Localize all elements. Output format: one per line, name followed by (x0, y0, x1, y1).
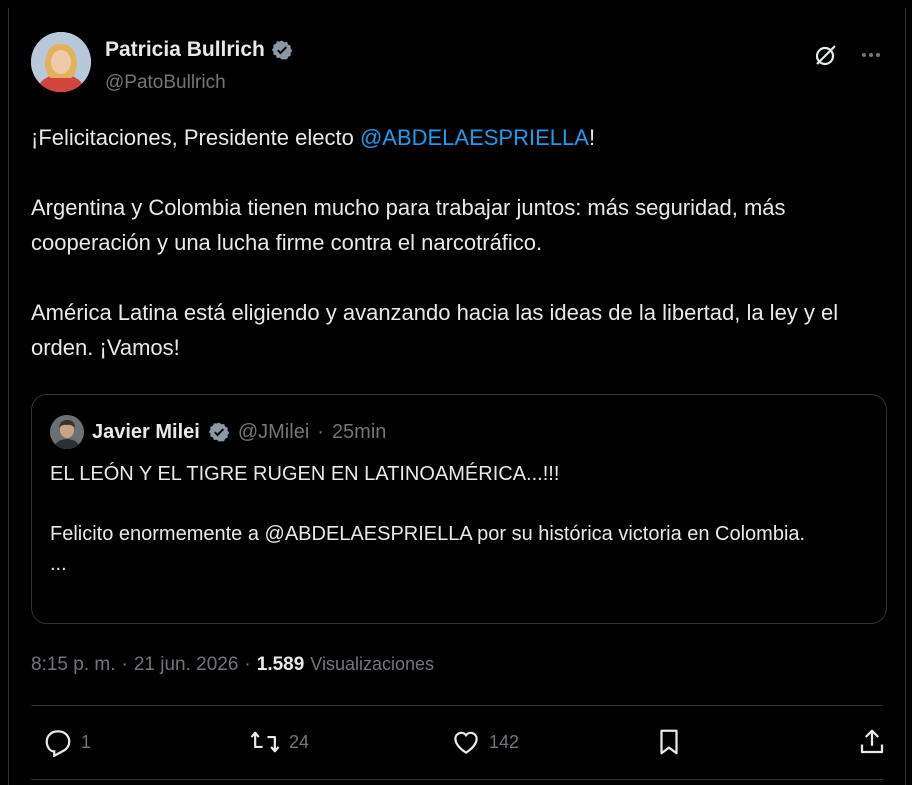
repost-button[interactable]: 24 (249, 720, 309, 764)
heart-icon (451, 727, 481, 757)
tweet-paragraph-1: ¡Felicitaciones, Presidente electo @ABDE… (31, 120, 891, 155)
share-button[interactable] (857, 720, 887, 764)
repost-count: 24 (289, 731, 310, 752)
verified-badge-icon (208, 421, 230, 443)
reply-icon (43, 727, 73, 757)
verified-badge-icon (271, 39, 293, 61)
quoted-ellipsis: ... (50, 553, 67, 575)
views-label: Visualizaciones (310, 654, 435, 674)
tweet-header: Patricia Bullrich @PatoBullrich (31, 32, 883, 102)
quoted-author-avatar[interactable] (50, 415, 84, 449)
quoted-text: EL LEÓN Y EL TIGRE RUGEN EN LATINOAMÉRIC… (50, 459, 870, 579)
grok-icon[interactable] (813, 42, 839, 68)
author-name[interactable]: Patricia Bullrich (105, 38, 265, 62)
mention-link[interactable]: @ABDELAESPRIELLA (360, 125, 589, 150)
tweet-meta: 8:15 p. m. · 21 jun. 2026 · 1.589 Visual… (31, 654, 434, 676)
tweet-text-segment: ¡Felicitaciones, Presidente electo (31, 125, 360, 150)
like-count: 142 (489, 731, 520, 752)
quoted-line-1: EL LEÓN Y EL TIGRE RUGEN EN LATINOAMÉRIC… (50, 463, 560, 485)
tweet-time[interactable]: 8:15 p. m. (31, 654, 116, 676)
more-icon[interactable] (859, 43, 883, 67)
bookmark-icon (655, 727, 683, 757)
bookmark-button[interactable] (655, 720, 683, 764)
divider (31, 779, 883, 780)
views-count: 1.589 (256, 654, 305, 675)
meta-separator: · (121, 654, 128, 675)
quoted-timestamp[interactable]: 25min (332, 421, 386, 444)
divider (31, 705, 883, 706)
tweet-card: Patricia Bullrich @PatoBullrich ¡Felicit… (8, 8, 906, 785)
reply-count: 1 (81, 731, 92, 752)
meta-separator: · (317, 420, 324, 443)
author-handle[interactable]: @PatoBullrich (105, 72, 226, 94)
meta-separator: · (244, 654, 251, 675)
like-button[interactable]: 142 (451, 720, 519, 764)
action-bar: 1 24 142 (31, 720, 884, 764)
quoted-author-name[interactable]: Javier Milei (92, 421, 200, 444)
tweet-text-segment: ! (588, 125, 596, 150)
tweet-paragraph-3: América Latina está eligiendo y avanzand… (31, 300, 839, 360)
tweet-date[interactable]: 21 jun. 2026 (134, 654, 239, 676)
tweet-paragraph-2: Argentina y Colombia tienen mucho para t… (31, 195, 786, 255)
quoted-line-2: Felicito enormemente a @ABDELAESPRIELLA … (50, 523, 806, 545)
author-avatar[interactable] (31, 32, 91, 92)
repost-icon (249, 727, 281, 757)
quoted-author-handle[interactable]: @JMilei (238, 421, 309, 444)
quoted-tweet[interactable]: Javier Milei @JMilei · 25min EL LEÓN Y E… (31, 394, 887, 624)
tweet-text: ¡Felicitaciones, Presidente electo @ABDE… (31, 120, 891, 400)
share-icon (857, 727, 887, 757)
reply-button[interactable]: 1 (43, 720, 91, 764)
